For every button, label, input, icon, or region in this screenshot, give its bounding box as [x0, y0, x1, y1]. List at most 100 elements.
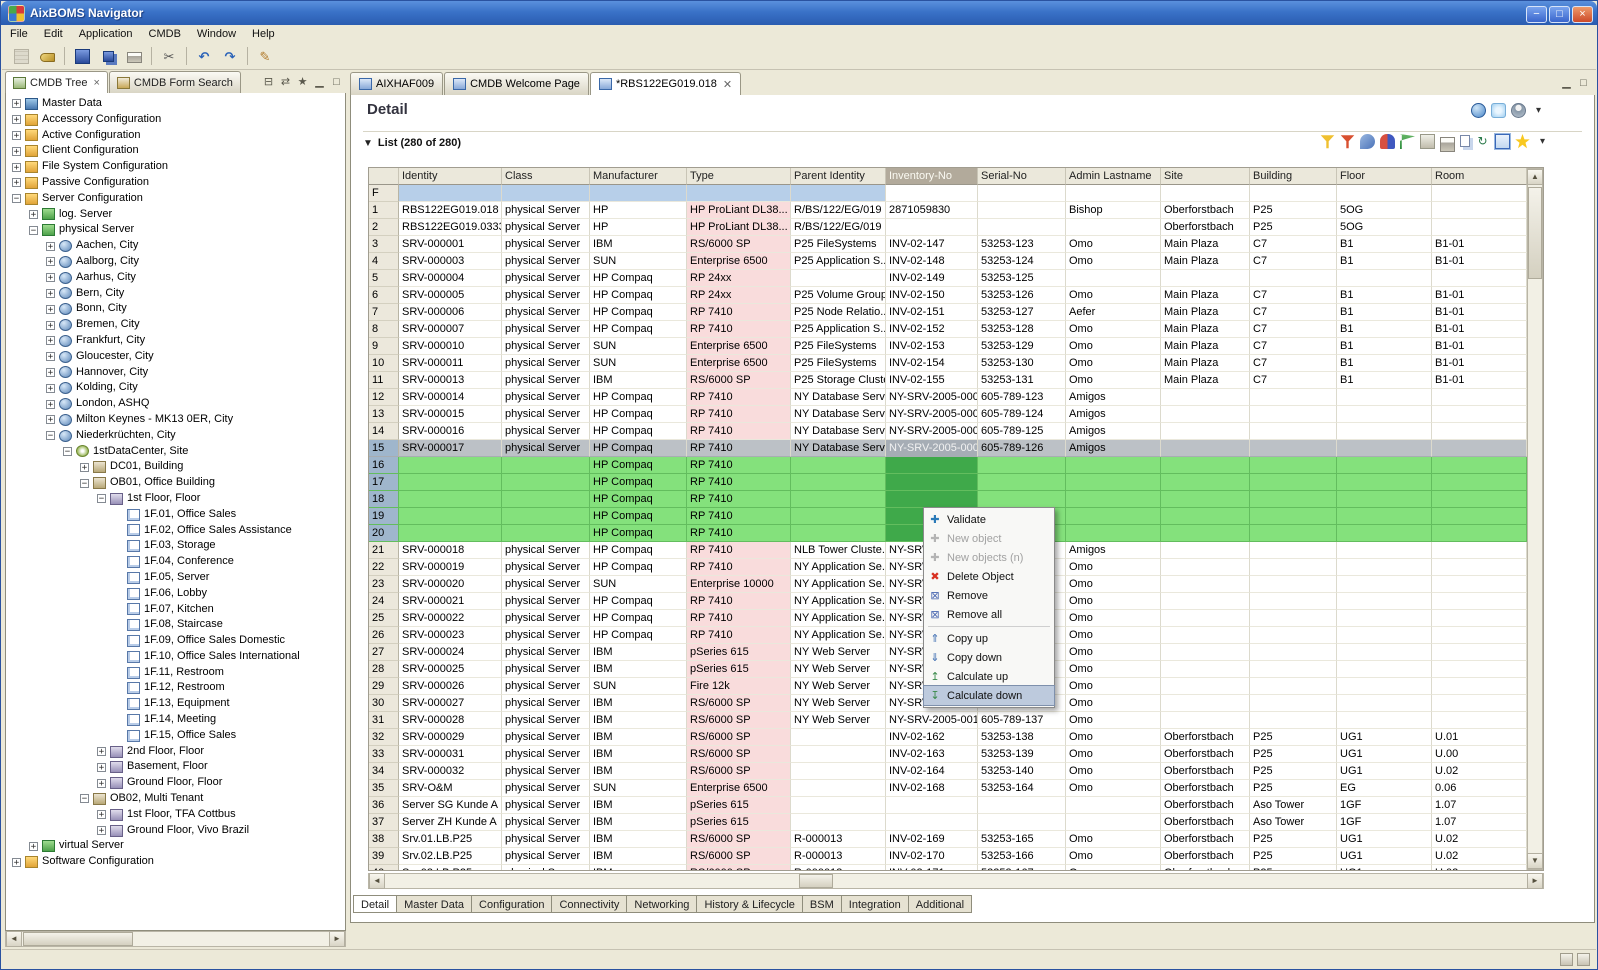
- cell-room[interactable]: [1432, 610, 1527, 627]
- cell-site[interactable]: Main Plaza: [1161, 338, 1250, 355]
- cell-inv[interactable]: INV-02-149: [886, 270, 978, 287]
- cell-ser[interactable]: 53253-138: [978, 729, 1066, 746]
- table-row[interactable]: 34SRV-000032physical ServerIBMRS/6000 SP…: [369, 763, 1527, 780]
- view-tab-cmdb-form-search[interactable]: CMDB Form Search: [109, 71, 241, 93]
- cell-adm[interactable]: Omo: [1066, 338, 1161, 355]
- view-tab-cmdb-tree[interactable]: CMDB Tree×: [5, 71, 108, 93]
- tree-item-accessory-configuration[interactable]: +Accessory Configuration: [6, 112, 345, 128]
- cell-bld[interactable]: Aso Tower: [1250, 797, 1337, 814]
- cell-identity[interactable]: SRV-000021: [399, 593, 502, 610]
- cell-flr[interactable]: [1337, 457, 1432, 474]
- cell-clazz[interactable]: physical Server: [502, 219, 590, 236]
- cell-clazz[interactable]: physical Server: [502, 287, 590, 304]
- cell-site[interactable]: Oberforstbach: [1161, 746, 1250, 763]
- expand-toggle[interactable]: +: [29, 842, 38, 851]
- tree-item-master-data[interactable]: +Master Data: [6, 96, 345, 112]
- cell-par[interactable]: NY Web Server: [791, 678, 886, 695]
- row-number[interactable]: 25: [369, 610, 399, 627]
- cell-man[interactable]: SUN: [590, 355, 687, 372]
- row-number[interactable]: 3: [369, 236, 399, 253]
- cell-par[interactable]: [791, 525, 886, 542]
- column-header-parent-identity[interactable]: Parent Identity: [791, 168, 886, 185]
- cell-ser[interactable]: 53253-131: [978, 372, 1066, 389]
- cell-par[interactable]: NY Application Se...: [791, 610, 886, 627]
- nav-back-icon[interactable]: ↶: [192, 45, 216, 67]
- cell-bld[interactable]: [1250, 661, 1337, 678]
- table-row[interactable]: 9SRV-000010physical ServerSUNEnterprise …: [369, 338, 1527, 355]
- cell-adm[interactable]: Amigos: [1066, 406, 1161, 423]
- cell-identity[interactable]: [399, 474, 502, 491]
- tab-additional[interactable]: Additional: [909, 895, 972, 913]
- cell-site[interactable]: [1161, 678, 1250, 695]
- cell-adm[interactable]: Omo: [1066, 763, 1161, 780]
- row-number[interactable]: 29: [369, 678, 399, 695]
- cell-room[interactable]: [1432, 576, 1527, 593]
- expand-toggle[interactable]: +: [46, 273, 55, 282]
- cell-room[interactable]: U.02: [1432, 763, 1527, 780]
- cell-par[interactable]: NY Database Server: [791, 440, 886, 457]
- cell-bld[interactable]: P25: [1250, 729, 1337, 746]
- cell-room[interactable]: 1.07: [1432, 797, 1527, 814]
- cell-identity[interactable]: SRV-000016: [399, 423, 502, 440]
- cell-adm[interactable]: Omo: [1066, 576, 1161, 593]
- tree-item-1f-14-meeting[interactable]: 1F.14, Meeting: [6, 712, 345, 728]
- tree-item-1f-06-lobby[interactable]: 1F.06, Lobby: [6, 586, 345, 602]
- cell-identity[interactable]: SRV-000004: [399, 270, 502, 287]
- expand-toggle[interactable]: +: [12, 115, 21, 124]
- cell-type[interactable]: RP 7410: [687, 610, 791, 627]
- cell-site[interactable]: [1161, 610, 1250, 627]
- cell-room[interactable]: B1-01: [1432, 304, 1527, 321]
- cell-identity[interactable]: SRV-000020: [399, 576, 502, 593]
- row-number[interactable]: 37: [369, 814, 399, 831]
- scroll-down-icon[interactable]: ▼: [1527, 853, 1543, 869]
- tree-item-1f-08-staircase[interactable]: 1F.08, Staircase: [6, 617, 345, 633]
- filter-cell-bld[interactable]: [1250, 185, 1337, 202]
- cell-identity[interactable]: Srv.01.LB.P25: [399, 831, 502, 848]
- cell-man[interactable]: IBM: [590, 661, 687, 678]
- cell-inv[interactable]: NY-SRV-2005-0004: [886, 440, 978, 457]
- cell-flr[interactable]: [1337, 576, 1432, 593]
- filter-cell-clazz[interactable]: [502, 185, 590, 202]
- cell-adm[interactable]: Amigos: [1066, 389, 1161, 406]
- tree-item-1f-07-kitchen[interactable]: 1F.07, Kitchen: [6, 602, 345, 618]
- expand-toggle[interactable]: +: [97, 763, 106, 772]
- cell-type[interactable]: RP 7410: [687, 559, 791, 576]
- tree-item-1f-02-office-sales-assistance[interactable]: 1F.02, Office Sales Assistance: [6, 523, 345, 539]
- cell-site[interactable]: [1161, 525, 1250, 542]
- cell-flr[interactable]: [1337, 508, 1432, 525]
- cell-inv[interactable]: NY-SRV-2005-0001: [886, 389, 978, 406]
- cell-ser[interactable]: 53253-125: [978, 270, 1066, 287]
- expand-toggle[interactable]: +: [12, 147, 21, 156]
- cell-type[interactable]: HP ProLiant DL38...: [687, 219, 791, 236]
- cell-clazz[interactable]: physical Server: [502, 763, 590, 780]
- tab-networking[interactable]: Networking: [627, 895, 697, 913]
- scroll-right-icon[interactable]: ►: [329, 931, 345, 947]
- cell-clazz[interactable]: physical Server: [502, 423, 590, 440]
- collapse-toggle[interactable]: −: [80, 794, 89, 803]
- cell-par[interactable]: [791, 508, 886, 525]
- table-row[interactable]: 8SRV-000007physical ServerHP CompaqRP 74…: [369, 321, 1527, 338]
- cell-par[interactable]: [791, 491, 886, 508]
- cell-man[interactable]: HP Compaq: [590, 270, 687, 287]
- tab-integration[interactable]: Integration: [842, 895, 909, 913]
- save-icon[interactable]: [70, 45, 94, 67]
- cell-site[interactable]: [1161, 593, 1250, 610]
- table-view-icon[interactable]: [1495, 134, 1510, 149]
- cell-room[interactable]: B1-01: [1432, 355, 1527, 372]
- expand-toggle[interactable]: +: [12, 178, 21, 187]
- cell-clazz[interactable]: physical Server: [502, 695, 590, 712]
- cell-clazz[interactable]: physical Server: [502, 321, 590, 338]
- context-menu-item-remove[interactable]: ⊠Remove: [924, 586, 1054, 605]
- filter-cell-room[interactable]: [1432, 185, 1527, 202]
- cell-inv[interactable]: [886, 491, 978, 508]
- cell-site[interactable]: Main Plaza: [1161, 304, 1250, 321]
- table-row[interactable]: 14SRV-000016physical ServerHP CompaqRP 7…: [369, 423, 1527, 440]
- cell-identity[interactable]: SRV-000017: [399, 440, 502, 457]
- cell-clazz[interactable]: physical Server: [502, 831, 590, 848]
- tree-item-niederkr-chten-city[interactable]: −Niederkrüchten, City: [6, 428, 345, 444]
- cell-identity[interactable]: SRV-000018: [399, 542, 502, 559]
- menu-file[interactable]: File: [2, 26, 36, 43]
- cell-clazz[interactable]: physical Server: [502, 542, 590, 559]
- expand-toggle[interactable]: +: [46, 368, 55, 377]
- cell-clazz[interactable]: physical Server: [502, 304, 590, 321]
